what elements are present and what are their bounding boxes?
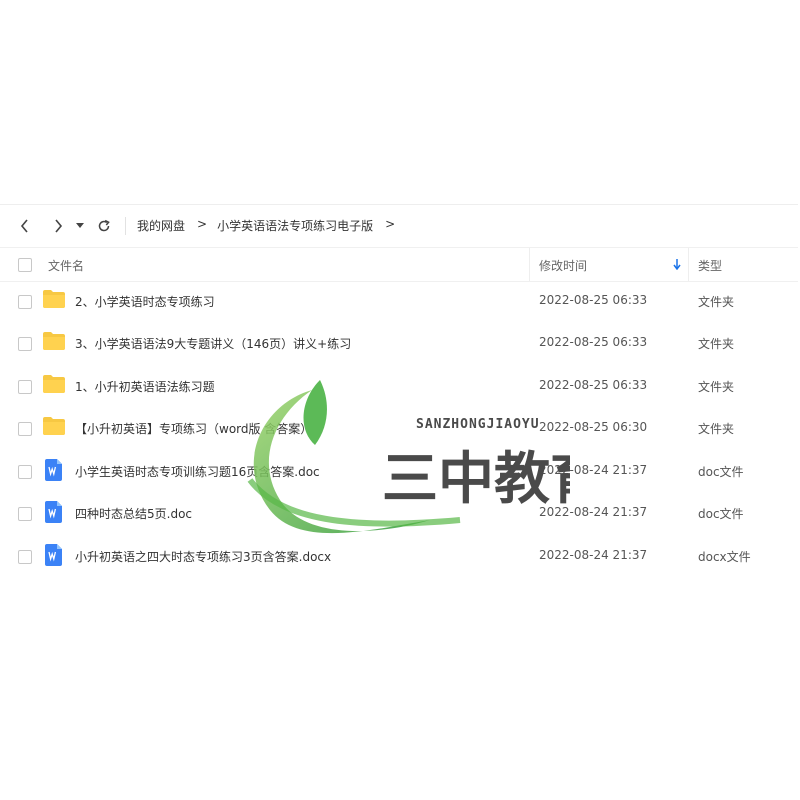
row-checkbox[interactable] (18, 507, 32, 521)
file-row[interactable]: 3、小学英语语法9大专题讲义（146页）讲义+练习 2022-08-25 06:… (0, 322, 798, 364)
sort-descending-icon[interactable] (673, 259, 681, 270)
file-name[interactable]: 3、小学英语语法9大专题讲义（146页）讲义+练习 (75, 335, 351, 352)
file-type: 文件夹 (698, 295, 735, 309)
row-checkbox[interactable] (18, 465, 32, 479)
file-type: docx文件 (698, 550, 751, 564)
word-doc-icon (45, 544, 62, 566)
file-row[interactable]: 2、小学英语时态专项练习 2022-08-25 06:33 文件夹 (0, 280, 798, 322)
file-modified: 2022-08-24 21:37 (539, 505, 648, 519)
row-checkbox[interactable] (18, 295, 32, 309)
row-checkbox[interactable] (18, 422, 32, 436)
refresh-button[interactable] (93, 215, 115, 237)
file-type: doc文件 (698, 507, 744, 521)
file-browser-panel: 我的网盘 > 小学英语语法专项练习电子版 > 文件名 修改时间 类型 2、小学英… (0, 204, 798, 600)
folder-icon (43, 332, 65, 350)
column-header: 文件名 修改时间 类型 (0, 247, 798, 282)
folder-icon (43, 417, 65, 435)
file-modified: 2022-08-25 06:33 (539, 378, 648, 392)
file-name[interactable]: 1、小升初英语语法练习题 (75, 378, 215, 395)
refresh-icon (98, 219, 110, 232)
file-type: doc文件 (698, 465, 744, 479)
word-doc-icon (45, 459, 62, 481)
file-modified: 2022-08-25 06:33 (539, 335, 648, 349)
history-dropdown-button[interactable] (72, 215, 88, 237)
file-row[interactable]: 小升初英语之四大时态专项练习3页含答案.docx 2022-08-24 21:3… (0, 535, 798, 577)
file-row[interactable]: 四种时态总结5页.doc 2022-08-24 21:37 doc文件 (0, 492, 798, 534)
file-type: 文件夹 (698, 422, 735, 436)
back-button[interactable] (14, 215, 36, 237)
file-row[interactable]: 小学生英语时态专项训练习题16页含答案.doc 2022-08-24 21:37… (0, 450, 798, 492)
breadcrumb-root[interactable]: 我的网盘 (137, 217, 185, 234)
file-modified: 2022-08-25 06:30 (539, 420, 648, 434)
file-name[interactable]: 2、小学英语时态专项练习 (75, 293, 215, 310)
file-modified: 2022-08-24 21:37 (539, 463, 648, 477)
file-name[interactable]: 小学生英语时态专项训练习题16页含答案.doc (75, 463, 320, 480)
file-name[interactable]: 【小升初英语】专项练习（word版 含答案） (75, 420, 312, 437)
row-checkbox[interactable] (18, 550, 32, 564)
file-type: 文件夹 (698, 337, 735, 351)
file-modified: 2022-08-25 06:33 (539, 293, 648, 307)
caret-down-icon (76, 223, 84, 228)
folder-icon (43, 375, 65, 393)
column-type-header[interactable]: 类型 (698, 257, 722, 274)
file-name[interactable]: 小升初英语之四大时态专项练习3页含答案.docx (75, 548, 331, 565)
folder-icon (43, 290, 65, 308)
column-divider[interactable] (529, 248, 530, 281)
chevron-left-icon (20, 219, 28, 233)
file-type: 文件夹 (698, 380, 735, 394)
row-checkbox[interactable] (18, 337, 32, 351)
select-all-checkbox[interactable] (18, 258, 32, 272)
breadcrumb-current[interactable]: 小学英语语法专项练习电子版 (217, 217, 373, 234)
toolbar: 我的网盘 > 小学英语语法专项练习电子版 > (0, 205, 798, 247)
file-modified: 2022-08-24 21:37 (539, 548, 648, 562)
toolbar-divider (125, 217, 126, 235)
file-row[interactable]: 【小升初英语】专项练习（word版 含答案） 2022-08-25 06:30 … (0, 407, 798, 449)
word-doc-icon (45, 501, 62, 523)
column-modified-header[interactable]: 修改时间 (539, 257, 587, 274)
breadcrumb-separator: > (197, 217, 208, 231)
column-name-header[interactable]: 文件名 (48, 257, 84, 274)
file-name[interactable]: 四种时态总结5页.doc (75, 505, 192, 522)
forward-button[interactable] (47, 215, 69, 237)
breadcrumb-separator: > (385, 217, 396, 231)
row-checkbox[interactable] (18, 380, 32, 394)
column-divider[interactable] (688, 248, 689, 281)
chevron-right-icon (55, 219, 63, 233)
file-row[interactable]: 1、小升初英语语法练习题 2022-08-25 06:33 文件夹 (0, 365, 798, 407)
breadcrumb: 我的网盘 > 小学英语语法专项练习电子版 > (137, 217, 405, 234)
